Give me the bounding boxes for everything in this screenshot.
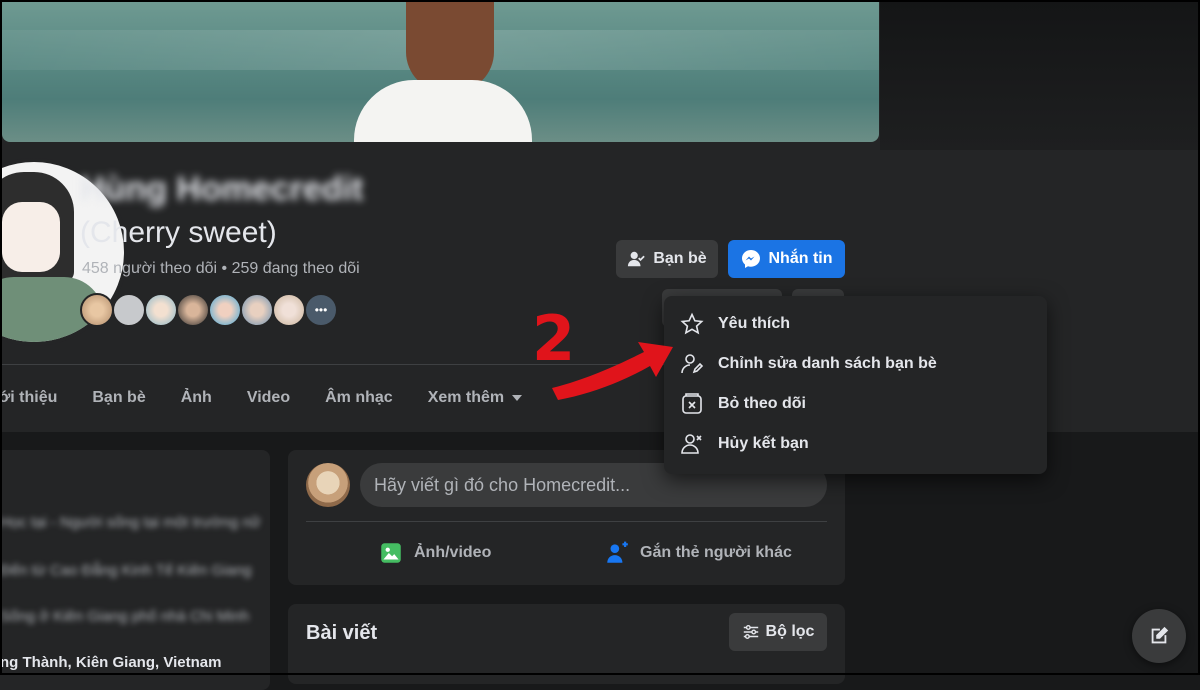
annotation-arrow-icon bbox=[552, 342, 673, 400]
menu-item-favorite[interactable]: Yêu thích bbox=[664, 304, 1047, 344]
follow-stats[interactable]: 458 người theo dõi • 259 đang theo dõi bbox=[82, 260, 360, 278]
menu-item-label: Yêu thích bbox=[718, 315, 791, 332]
menu-item-edit-friend-list[interactable]: Chỉnh sửa danh sách bạn bè bbox=[664, 344, 1047, 384]
posts-title: Bài viết bbox=[306, 622, 378, 644]
photo-icon bbox=[381, 543, 401, 563]
new-message-button[interactable] bbox=[1132, 609, 1186, 663]
friend-avatar[interactable] bbox=[208, 293, 242, 327]
friends-button[interactable]: Bạn bè bbox=[616, 240, 718, 278]
intro-row: Sống ở Kiên Giang phố nhà Chi Minh bbox=[0, 608, 250, 625]
friend-avatar[interactable] bbox=[240, 293, 274, 327]
friend-avatar[interactable] bbox=[80, 293, 114, 327]
unfollow-icon bbox=[682, 393, 702, 414]
tab-more[interactable]: Xem thêm bbox=[428, 389, 523, 407]
intro-row-location: ng Thành, Kiên Giang, Vietnam bbox=[0, 654, 222, 671]
cover-photo[interactable] bbox=[2, 0, 879, 142]
friend-avatar[interactable] bbox=[272, 293, 306, 327]
tab-friends[interactable]: Bạn bè bbox=[92, 389, 145, 407]
filter-label: Bộ lọc bbox=[765, 623, 815, 640]
intro-row: Học tại - Người sống tại một trường nữ bbox=[0, 514, 261, 531]
tag-people-label: Gắn thẻ người khác bbox=[640, 544, 792, 561]
message-button[interactable]: Nhắn tin bbox=[728, 240, 845, 278]
intro-panel: Học tại - Người sống tại một trường nữ Đ… bbox=[0, 450, 270, 690]
friend-avatar[interactable] bbox=[176, 293, 210, 327]
filter-sliders-icon bbox=[743, 624, 758, 640]
messenger-icon bbox=[741, 250, 760, 268]
photo-video-button[interactable]: Ảnh/video bbox=[378, 536, 491, 570]
friend-check-icon bbox=[628, 251, 646, 267]
friend-avatar[interactable] bbox=[144, 293, 178, 327]
friend-avatar[interactable] bbox=[112, 293, 146, 327]
tag-people-button[interactable]: Gắn thẻ người khác bbox=[604, 536, 792, 570]
tab-photos[interactable]: Ảnh bbox=[181, 389, 212, 407]
menu-item-unfollow[interactable]: Bỏ theo dõi bbox=[664, 384, 1047, 424]
star-icon bbox=[680, 312, 704, 335]
menu-item-label: Bỏ theo dõi bbox=[718, 395, 806, 412]
compose-icon bbox=[1151, 626, 1169, 644]
message-button-label: Nhắn tin bbox=[768, 250, 833, 267]
composer-divider bbox=[306, 521, 827, 522]
edit-friend-list-icon bbox=[681, 354, 704, 374]
caret-down-icon bbox=[512, 395, 523, 401]
menu-item-unfriend[interactable]: Hủy kết bạn bbox=[664, 424, 1047, 464]
tab-videos[interactable]: Video bbox=[247, 389, 290, 407]
filter-button[interactable]: Bộ lọc bbox=[729, 613, 827, 651]
friends-button-label: Bạn bè bbox=[653, 250, 707, 267]
composer-placeholder: Hãy viết gì đó cho Homecredit... bbox=[374, 474, 631, 495]
photo-video-label: Ảnh/video bbox=[414, 544, 492, 561]
tag-people-icon bbox=[607, 541, 628, 563]
profile-alternate-name: (Cherry sweet) bbox=[80, 216, 277, 249]
user-avatar[interactable] bbox=[306, 463, 350, 507]
profile-name: Hùng Homecredit bbox=[80, 170, 364, 208]
menu-item-label: Chỉnh sửa danh sách bạn bè bbox=[718, 355, 937, 372]
profile-tabs: Giới thiệu Bạn bè Ảnh Video Âm nhạc Xem … bbox=[0, 378, 557, 418]
posts-section: Bài viết Bộ lọc bbox=[288, 604, 845, 684]
friend-options-menu: Yêu thích Chỉnh sửa danh sách bạn bè Bỏ … bbox=[664, 296, 1047, 474]
intro-row: Đến từ Cao Đẳng Kinh Tế Kiên Giang bbox=[0, 562, 252, 579]
unfriend-icon bbox=[681, 434, 702, 454]
more-friends-avatar[interactable]: ••• bbox=[304, 293, 338, 327]
menu-item-label: Hủy kết bạn bbox=[718, 435, 809, 452]
header-dark-area bbox=[880, 0, 1200, 150]
tab-music[interactable]: Âm nhạc bbox=[325, 389, 393, 407]
tab-about[interactable]: Giới thiệu bbox=[0, 389, 57, 407]
